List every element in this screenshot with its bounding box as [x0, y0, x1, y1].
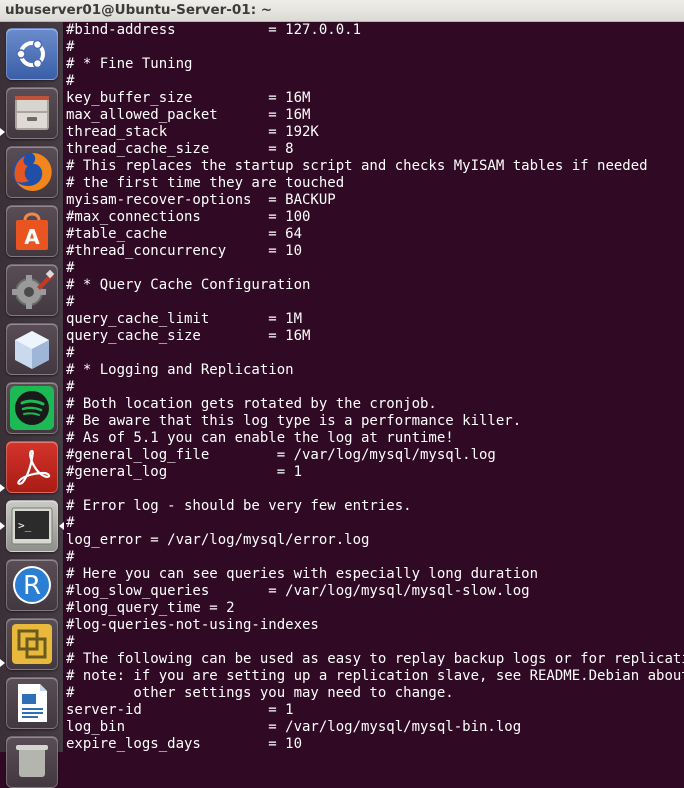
terminal-line: # [66, 634, 75, 650]
terminal-output[interactable]: #bind-address = 127.0.0.1 # # * Fine Tun… [64, 22, 684, 752]
terminal-line: # [66, 73, 75, 89]
virtualbox-icon [15, 331, 49, 369]
system-settings-button[interactable] [6, 264, 58, 316]
terminal-line: # [66, 294, 75, 310]
terminal-line: #thread_concurrency = 10 [66, 243, 303, 259]
vmware-icon [12, 624, 52, 664]
firefox-button[interactable] [6, 146, 58, 198]
window-title: ubuserver01@Ubuntu-Server-01: ~ [5, 2, 273, 18]
libreoffice-writer-icon [18, 684, 47, 722]
trash-button[interactable] [6, 736, 58, 788]
terminal-line: # the first time they are touched [66, 175, 345, 191]
terminal-line: #general_log = 1 [66, 464, 303, 480]
terminal-line: # other settings you may need to change. [66, 685, 454, 701]
terminal-button[interactable]: >_ [6, 500, 58, 552]
terminal-line: # [66, 549, 75, 565]
terminal-line: # This replaces the startup script and c… [66, 158, 648, 174]
terminal-line: #table_cache = 64 [66, 226, 303, 242]
terminal-lines: #bind-address = 127.0.0.1 # # * Fine Tun… [66, 22, 684, 752]
terminal-line: query_cache_size = 16M [66, 328, 311, 344]
libreoffice-writer-button[interactable] [6, 677, 58, 729]
terminal-line: key_buffer_size = 16M [66, 90, 311, 106]
running-indicator [0, 659, 5, 667]
terminal-line: # Here you can see queries with especial… [66, 566, 539, 582]
terminal-line: # [66, 260, 75, 276]
files-button[interactable] [6, 87, 58, 139]
terminal-line: #max_connections = 100 [66, 209, 311, 225]
running-indicator [0, 484, 5, 492]
virtualbox-button[interactable] [6, 323, 58, 375]
terminal-line: # [66, 345, 75, 361]
terminal-line: #long_query_time = 2 [66, 600, 235, 616]
terminal-icon: >_ [11, 507, 53, 545]
terminal-line: # Be aware that this log type is a perfo… [66, 413, 522, 429]
terminal-line: # [66, 515, 75, 531]
terminal-line: thread_stack = 192K [66, 124, 319, 140]
terminal-line: # note: if you are setting up a replicat… [66, 668, 684, 684]
terminal-line: log_error = /var/log/mysql/error.log [66, 532, 370, 548]
terminal-line: query_cache_limit = 1M [66, 311, 303, 327]
terminal-line: myisam-recover-options = BACKUP [66, 192, 336, 208]
pdf-reader-button[interactable] [6, 441, 58, 493]
firefox-icon [13, 152, 52, 191]
terminal-line: # * Query Cache Configuration [66, 277, 311, 293]
terminal-line: # [66, 481, 75, 497]
terminal-line: thread_cache_size = 8 [66, 141, 294, 157]
terminal-line: server-id = 1 [66, 702, 294, 718]
terminal-line: # Both location gets rotated by the cron… [66, 396, 437, 412]
r-studio-button[interactable]: R [6, 559, 58, 611]
terminal-line: # Error log - should be very few entries… [66, 498, 412, 514]
vmware-button[interactable] [6, 618, 58, 670]
terminal-line: # The following can be used as easy to r… [66, 651, 684, 667]
ubuntu-dash-button[interactable] [6, 28, 58, 80]
running-indicator [0, 522, 5, 530]
spotify-button[interactable] [6, 382, 58, 434]
window-titlebar[interactable]: ubuserver01@Ubuntu-Server-01: ~ [0, 0, 684, 22]
terminal-line: # [66, 39, 75, 55]
svg-text:>_: >_ [18, 519, 32, 532]
files-icon [15, 96, 49, 130]
terminal-line: #general_log_file = /var/log/mysql/mysql… [66, 447, 496, 463]
terminal-line: # As of 5.1 you can enable the log at ru… [66, 430, 454, 446]
terminal-line: # * Logging and Replication [66, 362, 294, 378]
terminal-line: max_allowed_packet = 16M [66, 107, 311, 123]
software-center-icon: A [16, 212, 48, 250]
ubuntu-dash-icon [16, 39, 45, 69]
svg-text:A: A [24, 225, 40, 249]
software-center-button[interactable]: A [6, 205, 58, 257]
terminal-line: log_bin = /var/log/mysql/mysql-bin.log [66, 719, 522, 735]
terminal-line: # * Fine Tuning [66, 56, 193, 72]
terminal-line: expire_logs_days = 10 [66, 736, 303, 752]
spotify-icon [10, 386, 54, 430]
system-settings-icon [12, 269, 55, 309]
terminal-line: #log_slow_queries = /var/log/mysql/mysql… [66, 583, 530, 599]
svg-text:R: R [23, 571, 41, 601]
trash-icon [16, 745, 48, 777]
running-indicator [0, 128, 5, 136]
terminal-line: #log-queries-not-using-indexes [66, 617, 319, 633]
pdf-reader-icon [17, 449, 51, 485]
terminal-line: #bind-address = 127.0.0.1 [66, 22, 362, 38]
unity-launcher: A >_ R [0, 22, 64, 788]
terminal-line: # [66, 379, 75, 395]
r-studio-icon: R [13, 566, 51, 604]
